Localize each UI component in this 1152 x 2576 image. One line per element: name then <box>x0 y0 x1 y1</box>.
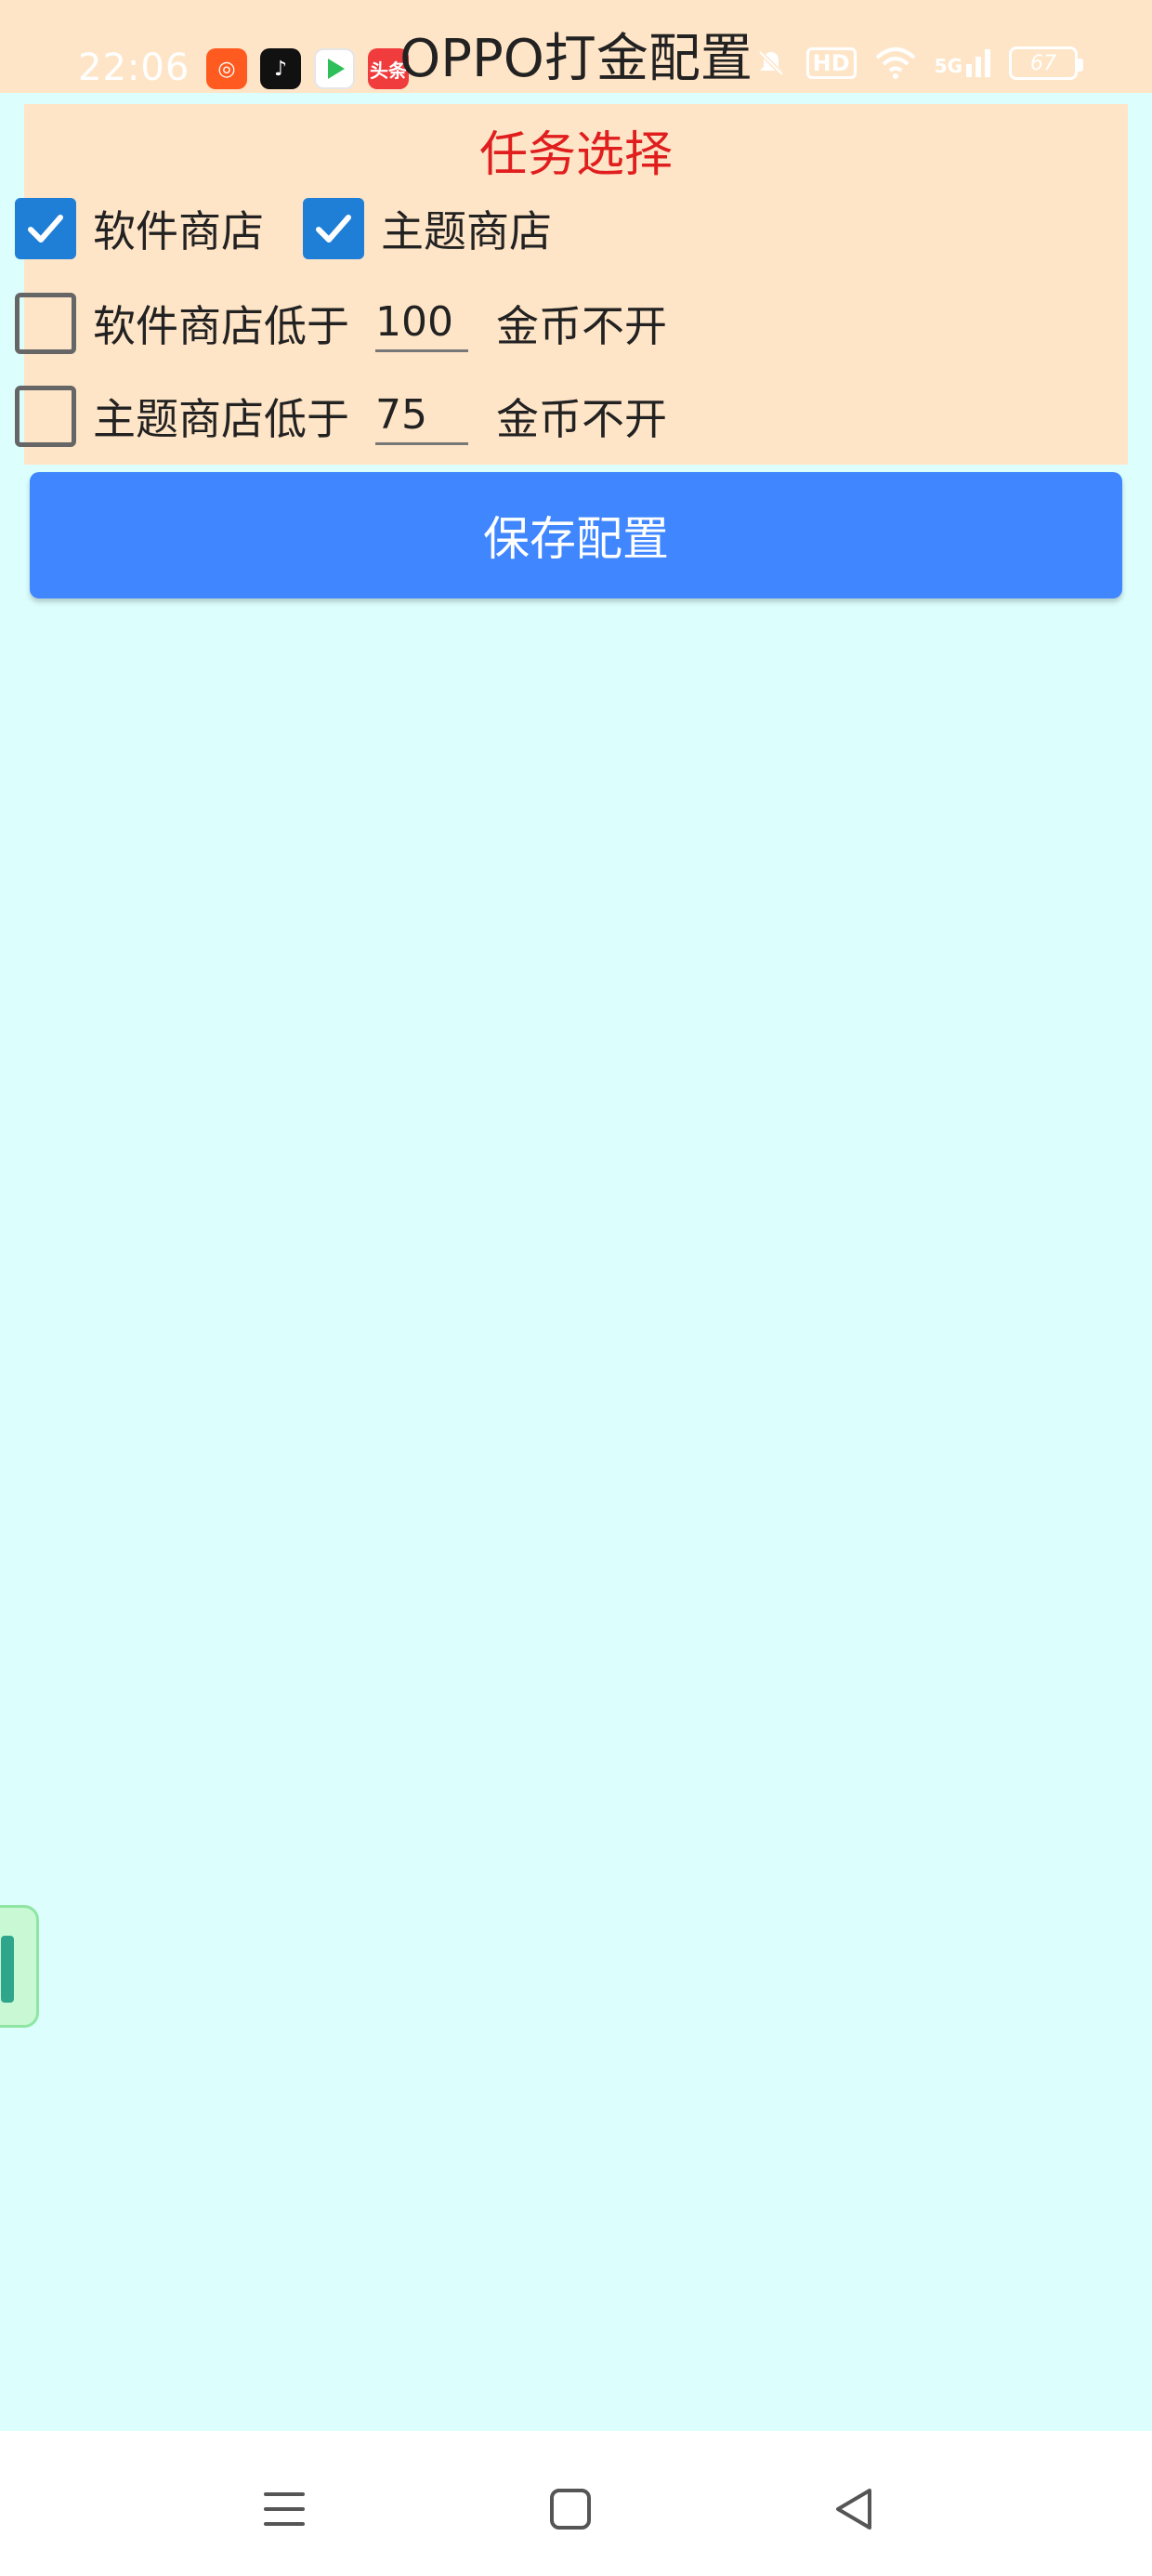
floating-side-handle[interactable] <box>0 1905 39 2028</box>
theme-store-threshold-label[interactable]: 主题商店低于 <box>93 386 349 447</box>
back-icon <box>836 2489 871 2530</box>
theme-store-threshold-checkbox[interactable] <box>15 386 76 447</box>
theme-store-checkbox[interactable] <box>303 198 364 259</box>
home-icon <box>550 2489 591 2530</box>
system-nav-bar <box>0 2431 1152 2576</box>
nav-back-button[interactable] <box>818 2472 892 2546</box>
top-header: 22:06 ◎ ♪ 头条 HD 5G 67 OPPO打金配置 <box>0 0 1152 93</box>
store-selection-row: 软件商店 主题商店 <box>15 197 552 260</box>
theme-store-threshold-input[interactable] <box>375 390 468 439</box>
theme-store-threshold-suffix: 金币不开 <box>496 394 667 444</box>
checkmark-icon <box>316 215 351 243</box>
theme-store-label[interactable]: 主题商店 <box>381 198 552 259</box>
software-store-threshold-checkbox[interactable] <box>15 293 76 354</box>
theme-store-threshold-row: 主题商店低于 金币不开 <box>15 385 667 448</box>
software-store-threshold-suffix: 金币不开 <box>496 301 667 351</box>
theme-store-threshold-field[interactable] <box>375 388 468 445</box>
handle-grip-icon <box>1 1936 14 2003</box>
software-store-threshold-field[interactable] <box>375 296 468 352</box>
nav-menu-button[interactable] <box>247 2472 321 2546</box>
checkmark-icon <box>28 215 63 243</box>
panel-title: 任务选择 <box>478 127 673 183</box>
app-title: OPPO打金配置 <box>399 29 753 89</box>
save-config-button[interactable]: 保存配置 <box>30 472 1122 598</box>
software-store-threshold-row: 软件商店低于 金币不开 <box>15 292 667 355</box>
menu-icon <box>264 2492 305 2526</box>
nav-home-button[interactable] <box>533 2472 608 2546</box>
software-store-threshold-label[interactable]: 软件商店低于 <box>93 293 349 354</box>
software-store-checkbox[interactable] <box>15 198 76 259</box>
software-store-threshold-input[interactable] <box>375 297 468 346</box>
software-store-label[interactable]: 软件商店 <box>93 198 264 259</box>
